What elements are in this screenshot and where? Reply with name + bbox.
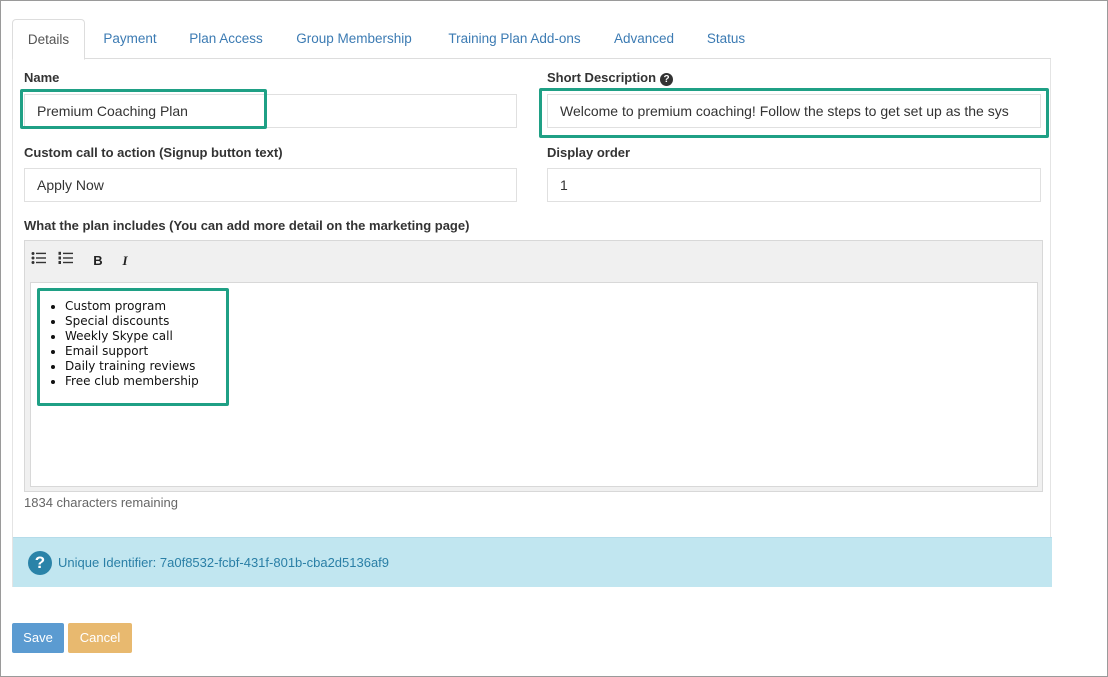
- includes-label: What the plan includes (You can add more…: [24, 218, 470, 233]
- tab-payment[interactable]: Payment: [91, 19, 169, 59]
- display-order-field[interactable]: 1: [547, 168, 1041, 202]
- tab-group-membership[interactable]: Group Membership: [284, 19, 424, 59]
- list-item: Special discounts: [43, 314, 199, 329]
- details-panel: Name Premium Coaching Plan Short Descrip…: [12, 59, 1052, 587]
- tab-advanced[interactable]: Advanced: [604, 19, 684, 59]
- bulleted-list-icon[interactable]: [29, 251, 49, 271]
- tab-plan-access[interactable]: Plan Access: [178, 19, 274, 59]
- list-item: Daily training reviews: [43, 359, 199, 374]
- name-field[interactable]: Premium Coaching Plan: [24, 94, 517, 128]
- cta-label: Custom call to action (Signup button tex…: [24, 145, 283, 160]
- unique-identifier: Unique Identifier: 7a0f8532-fcbf-431f-80…: [58, 555, 390, 570]
- info-bar: ? Unique Identifier: 7a0f8532-fcbf-431f-…: [13, 537, 1052, 587]
- short-description-field[interactable]: Welcome to premium coaching! Follow the …: [547, 94, 1041, 128]
- list-item: Email support: [43, 344, 199, 359]
- save-button[interactable]: Save: [12, 623, 64, 653]
- short-description-label-text: Short Description: [547, 70, 657, 85]
- list-item: Free club membership: [43, 374, 199, 389]
- numbered-list-icon[interactable]: [56, 251, 76, 271]
- name-label: Name: [24, 70, 60, 85]
- tab-training-plan-add-ons[interactable]: Training Plan Add-ons: [437, 19, 592, 59]
- italic-button[interactable]: I: [115, 251, 135, 271]
- editor-content[interactable]: Custom program Special discounts Weekly …: [30, 282, 1038, 487]
- tab-bar: Details Payment Plan Access Group Member…: [12, 19, 1051, 60]
- rich-text-editor: B I Custom program Special discounts Wee…: [24, 240, 1043, 492]
- question-icon: ?: [28, 551, 52, 575]
- characters-remaining: 1834 characters remaining: [24, 495, 178, 510]
- help-icon[interactable]: ?: [660, 73, 674, 86]
- list-item: Weekly Skype call: [43, 329, 199, 344]
- bold-button[interactable]: B: [88, 251, 108, 271]
- short-description-label: Short Description?: [547, 70, 674, 86]
- cancel-button[interactable]: Cancel: [68, 623, 132, 653]
- list-item: Custom program: [43, 299, 199, 314]
- display-order-label: Display order: [547, 145, 631, 160]
- tab-status[interactable]: Status: [696, 19, 756, 59]
- includes-list: Custom program Special discounts Weekly …: [43, 299, 199, 389]
- cta-field[interactable]: Apply Now: [24, 168, 517, 202]
- tab-details[interactable]: Details: [12, 19, 85, 60]
